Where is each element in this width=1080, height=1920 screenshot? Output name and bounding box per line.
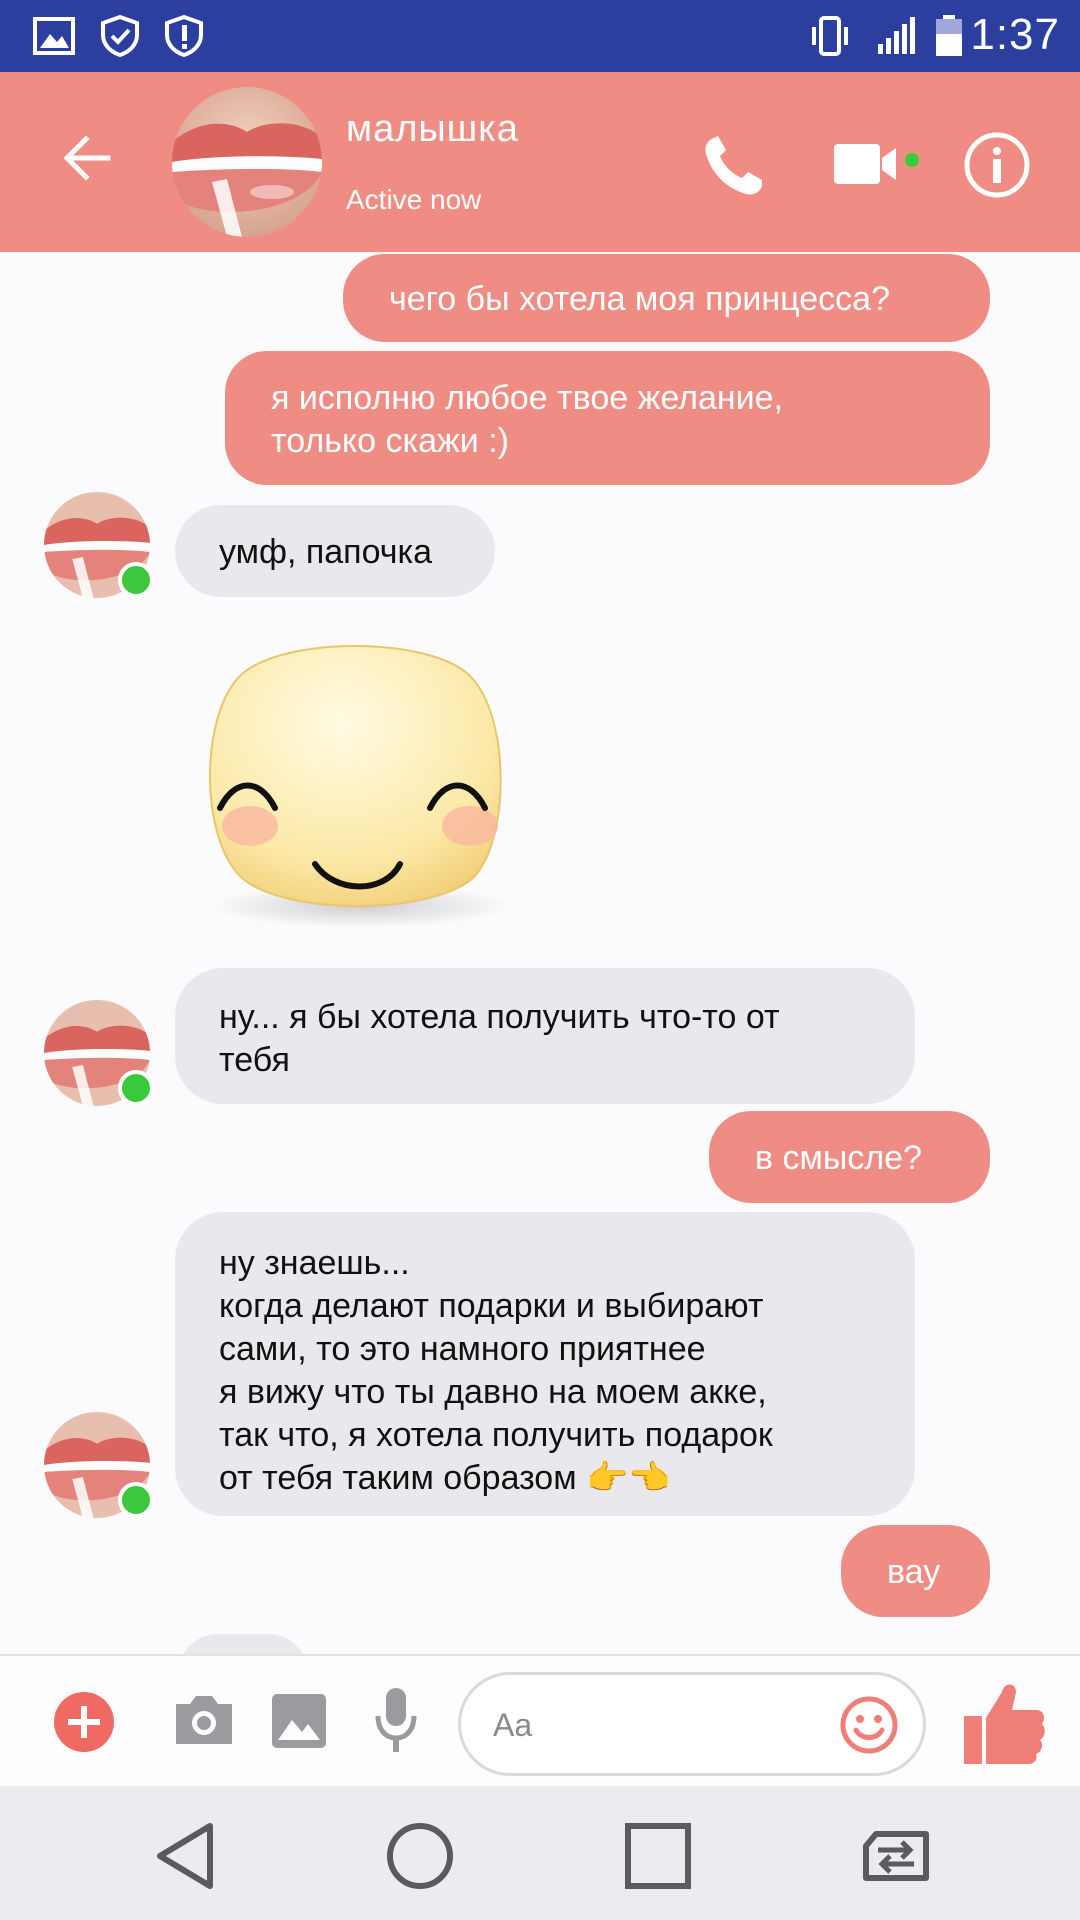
shield-check-icon (101, 14, 139, 58)
phone-icon[interactable] (700, 130, 766, 200)
message-bubble-incoming[interactable]: ну знаешь... когда делают подарки и выби… (175, 1212, 915, 1516)
back-triangle-icon[interactable] (148, 1816, 228, 1896)
message-bubble-outgoing[interactable]: вау (841, 1525, 990, 1617)
message-text: я исполню любое твое желание, только ска… (271, 379, 783, 460)
active-status: Active now (346, 184, 482, 215)
message-bubble-outgoing[interactable]: я исполню любое твое желание, только ска… (225, 351, 990, 485)
message-bubble-outgoing[interactable]: в смысле? (709, 1111, 990, 1203)
emoji-icon[interactable] (839, 1695, 899, 1755)
switch-sim-icon[interactable] (856, 1816, 936, 1896)
message-bubble-incoming[interactable]: умф, папочка (175, 505, 495, 597)
thumbs-up-icon[interactable] (960, 1678, 1048, 1768)
message-text: ну... я бы хотела получить что-то от теб… (219, 998, 780, 1079)
signal-icon (878, 17, 915, 54)
back-arrow-icon[interactable] (58, 130, 114, 186)
online-indicator (118, 562, 154, 598)
conversation-header: малышка Active now (0, 72, 1080, 252)
message-composer (0, 1654, 1080, 1788)
recents-square-icon[interactable] (618, 1816, 698, 1896)
online-indicator (118, 1070, 154, 1106)
image-icon (33, 17, 75, 55)
gallery-icon[interactable] (270, 1692, 328, 1750)
vibrate-icon (812, 16, 848, 56)
contact-name[interactable]: малышка (346, 108, 519, 151)
shield-alert-icon (165, 14, 203, 58)
video-camera-icon[interactable] (832, 130, 922, 200)
message-input-box[interactable] (458, 1672, 926, 1776)
home-circle-icon[interactable] (380, 1816, 460, 1896)
clock: 1:37 (970, 10, 1060, 59)
message-bubble-outgoing[interactable]: чего бы хотела моя принцесса? (343, 254, 990, 342)
info-icon[interactable] (962, 130, 1032, 200)
lips-photo (172, 87, 322, 237)
system-nav-bar (0, 1786, 1080, 1920)
smiling-blush-face-sticker[interactable] (180, 636, 530, 936)
contact-avatar[interactable] (172, 87, 322, 237)
message-text: вау (887, 1553, 941, 1591)
battery-icon (936, 15, 962, 56)
microphone-icon[interactable] (372, 1686, 420, 1756)
status-bar: 1:37 (0, 0, 1080, 72)
online-indicator (118, 1482, 154, 1518)
plus-icon[interactable] (52, 1690, 116, 1754)
message-bubble-incoming[interactable]: ну... я бы хотела получить что-то от теб… (175, 968, 915, 1104)
message-text: в смысле? (755, 1139, 922, 1177)
camera-icon[interactable] (172, 1690, 236, 1750)
message-text: умф, папочка (219, 533, 432, 571)
message-text: чего бы хотела моя принцесса? (389, 280, 890, 318)
message-input[interactable] (491, 1701, 825, 1749)
message-text: ну знаешь... когда делают подарки и выби… (219, 1244, 773, 1497)
